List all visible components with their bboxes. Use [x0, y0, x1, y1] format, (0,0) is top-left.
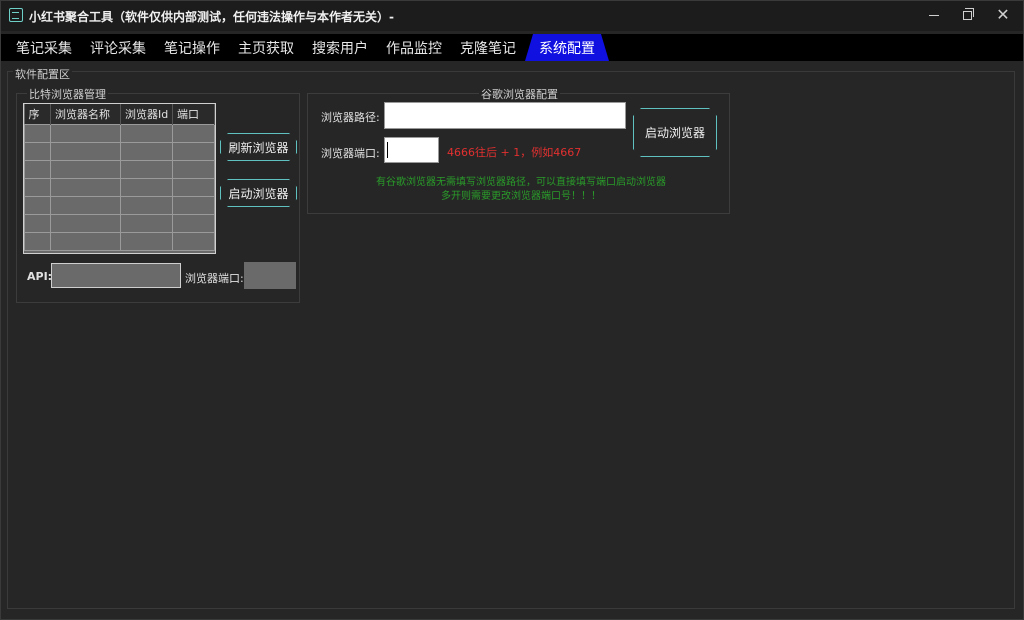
app-window: 小红书聚合工具（软件仅供内部测试，任何违法操作与本作者无关）- ✕ 笔记采集 评… [0, 0, 1024, 620]
tab-clone-note[interactable]: 克隆笔记 [451, 34, 525, 61]
chrome-port-label: 浏览器端口: [321, 147, 380, 160]
api-label: API: [27, 270, 53, 283]
table-row[interactable] [24, 177, 215, 197]
system-config-panel: 软件配置区 比特浏览器管理 序 浏览器名称 浏览器Id 端口 刷新浏览器 启动浏… [1, 61, 1023, 619]
table-row[interactable] [24, 123, 215, 143]
window-title: 小红书聚合工具（软件仅供内部测试，任何违法操作与本作者无关）- [29, 10, 394, 24]
browser-path-label: 浏览器路径: [321, 111, 380, 124]
chrome-config-group-title: 谷歌浏览器配置 [479, 86, 560, 102]
close-icon: ✕ [996, 5, 1010, 24]
table-row[interactable] [24, 141, 215, 161]
app-logo-icon [9, 8, 23, 22]
chrome-port-input[interactable] [384, 137, 439, 163]
bitbrowser-port-input[interactable] [244, 262, 296, 289]
chrome-note-line2: 多开则需要更改浏览器端口号！！！ [441, 191, 601, 202]
start-chrome-button[interactable]: 启动浏览器 [633, 108, 717, 157]
main-tab-bar: 笔记采集 评论采集 笔记操作 主页获取 搜索用户 作品监控 克隆笔记 系统配置 [1, 34, 1023, 61]
column-header-index[interactable]: 序 [24, 104, 51, 124]
bitbrowser-port-label: 浏览器端口: [185, 272, 244, 285]
bitbrowser-group-title: 比特浏览器管理 [27, 86, 108, 102]
browser-path-input[interactable] [384, 102, 626, 129]
software-config-zone-title: 软件配置区 [13, 66, 72, 82]
tab-search-user[interactable]: 搜索用户 [303, 34, 377, 61]
port-hint-text: 4666往后 + 1，例如4667 [447, 146, 582, 159]
tab-note-collect[interactable]: 笔记采集 [1, 34, 81, 61]
column-header-browser-id[interactable]: 浏览器Id [120, 104, 173, 124]
refresh-browser-button[interactable]: 刷新浏览器 [220, 133, 297, 161]
table-header-row: 序 浏览器名称 浏览器Id 端口 [24, 104, 215, 124]
restore-icon [962, 7, 974, 20]
column-header-port[interactable]: 端口 [172, 104, 215, 124]
tab-system-config[interactable]: 系统配置 [525, 34, 609, 61]
tab-work-monitor[interactable]: 作品监控 [377, 34, 451, 61]
table-row[interactable] [24, 159, 215, 179]
table-row[interactable] [24, 231, 215, 251]
close-button[interactable]: ✕ [981, 1, 1024, 29]
table-row[interactable] [24, 213, 215, 233]
table-row[interactable] [24, 195, 215, 215]
browser-table[interactable]: 序 浏览器名称 浏览器Id 端口 [23, 103, 216, 254]
api-input[interactable] [51, 263, 181, 288]
start-bitbrowser-button[interactable]: 启动浏览器 [220, 179, 297, 207]
minimize-icon [929, 14, 939, 16]
column-header-browser-name[interactable]: 浏览器名称 [50, 104, 121, 124]
tab-homepage-fetch[interactable]: 主页获取 [229, 34, 303, 61]
tab-note-operation[interactable]: 笔记操作 [155, 34, 229, 61]
chrome-note-line1: 有谷歌浏览器无需填写浏览器路径，可以直接填写端口启动浏览器 [376, 177, 666, 188]
tab-comment-collect[interactable]: 评论采集 [81, 34, 155, 61]
title-bar[interactable]: 小红书聚合工具（软件仅供内部测试，任何违法操作与本作者无关）- ✕ [1, 1, 1023, 31]
